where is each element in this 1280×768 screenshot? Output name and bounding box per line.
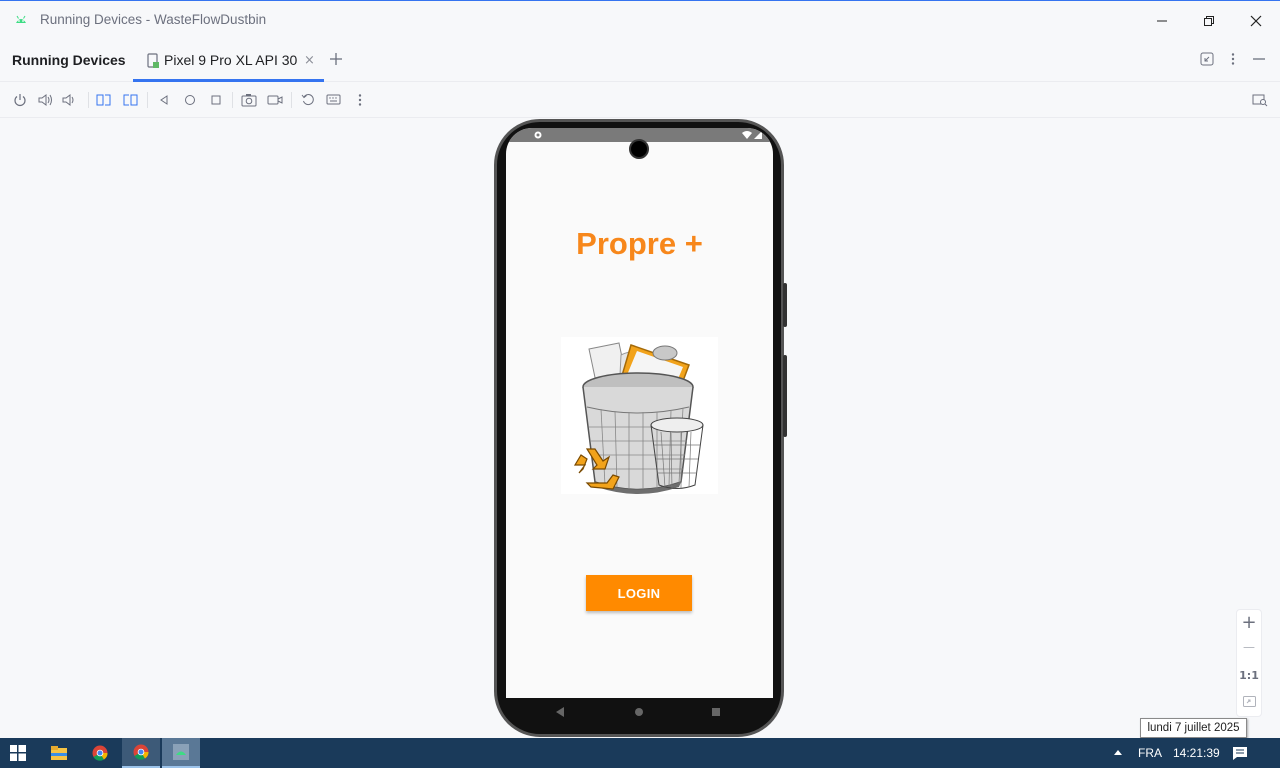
nav-back-icon[interactable] bbox=[555, 706, 565, 718]
zoom-out-button[interactable]: — bbox=[1237, 640, 1261, 654]
keyboard-icon bbox=[326, 94, 341, 105]
home-button[interactable] bbox=[181, 91, 199, 109]
rotate-right-button[interactable] bbox=[121, 91, 139, 109]
language-indicator[interactable]: FRA bbox=[1138, 746, 1162, 760]
taskbar-file-explorer[interactable] bbox=[42, 738, 76, 768]
login-button[interactable]: LOGIN bbox=[586, 575, 692, 611]
reset-button[interactable] bbox=[299, 91, 317, 109]
zoom-in-button[interactable]: + bbox=[1237, 612, 1261, 633]
nav-overview-icon[interactable] bbox=[711, 706, 721, 718]
minimize-icon bbox=[1157, 20, 1167, 22]
app-title: Propre + bbox=[576, 226, 703, 261]
more-icon bbox=[358, 94, 362, 106]
tab-pixel-9-pro-xl[interactable]: Pixel 9 Pro XL API 30 × bbox=[133, 40, 324, 82]
restore-button[interactable] bbox=[1197, 9, 1221, 33]
power-icon bbox=[14, 94, 26, 107]
fit-screen-icon[interactable] bbox=[1243, 696, 1256, 707]
collapse-icon[interactable] bbox=[1200, 52, 1214, 66]
hide-icon[interactable] bbox=[1252, 52, 1266, 66]
rotate-left-icon bbox=[96, 94, 111, 106]
android-studio-icon bbox=[173, 744, 189, 760]
add-tab-icon[interactable] bbox=[328, 51, 344, 67]
minimize-button[interactable] bbox=[1150, 9, 1174, 33]
notification-icon bbox=[534, 131, 542, 139]
android-studio-icon bbox=[16, 15, 26, 23]
more-button[interactable] bbox=[351, 91, 369, 109]
start-button[interactable] bbox=[0, 738, 36, 768]
screen-record-button[interactable] bbox=[266, 91, 284, 109]
volume-side-button bbox=[783, 355, 787, 437]
rotate-right-icon bbox=[123, 94, 138, 106]
chrome-icon bbox=[92, 745, 108, 761]
tool-window-header: Running Devices Pixel 9 Pro XL API 30 × bbox=[0, 40, 1280, 82]
power-side-button bbox=[783, 283, 787, 327]
windows-logo-icon bbox=[10, 745, 26, 761]
overview-button[interactable] bbox=[207, 91, 225, 109]
section-title: Running Devices bbox=[12, 52, 126, 68]
date-tooltip: lundi 7 juillet 2025 bbox=[1140, 718, 1247, 738]
close-window-button[interactable] bbox=[1244, 9, 1268, 33]
home-icon bbox=[185, 95, 195, 105]
overview-icon bbox=[211, 95, 221, 105]
file-explorer-icon bbox=[51, 746, 67, 760]
actual-size-button[interactable]: 1:1 bbox=[1237, 669, 1261, 682]
taskbar-chrome-active[interactable] bbox=[122, 738, 160, 768]
volume-down-button[interactable] bbox=[61, 91, 79, 109]
device-icon bbox=[147, 53, 159, 68]
action-center-icon[interactable] bbox=[1232, 745, 1248, 761]
windows-taskbar: FRA 14:21:39 bbox=[0, 738, 1280, 768]
device-screen[interactable]: Propre + LOGIN bbox=[506, 128, 773, 698]
back-button[interactable] bbox=[155, 91, 173, 109]
front-camera bbox=[629, 139, 649, 159]
signal-icon bbox=[754, 131, 762, 139]
tab-label: Pixel 9 Pro XL API 30 bbox=[164, 52, 298, 68]
window-title: Running Devices - WasteFlowDustbin bbox=[40, 12, 267, 27]
chrome-icon bbox=[133, 744, 149, 760]
taskbar-chrome[interactable] bbox=[83, 738, 117, 768]
power-button[interactable] bbox=[11, 91, 29, 109]
volume-up-icon bbox=[38, 94, 52, 106]
volume-down-icon bbox=[62, 94, 74, 106]
keyboard-button[interactable] bbox=[325, 91, 343, 109]
volume-up-button[interactable] bbox=[37, 91, 55, 109]
recycle-bin-illustration bbox=[561, 337, 718, 494]
back-icon bbox=[160, 95, 168, 105]
device-toolbar bbox=[0, 82, 1280, 118]
clock[interactable]: 14:21:39 bbox=[1173, 746, 1220, 760]
screenshot-button[interactable] bbox=[240, 91, 258, 109]
options-icon[interactable] bbox=[1226, 52, 1240, 66]
nav-home-icon[interactable] bbox=[634, 706, 644, 718]
taskbar-android-studio[interactable] bbox=[162, 738, 200, 768]
tab-close-icon[interactable]: × bbox=[304, 54, 315, 67]
rotate-left-button[interactable] bbox=[95, 91, 113, 109]
restore-icon bbox=[1204, 16, 1214, 26]
show-hidden-icons-icon[interactable] bbox=[1114, 749, 1122, 755]
zoom-controls: + — 1:1 bbox=[1236, 609, 1262, 717]
close-icon bbox=[1250, 15, 1262, 27]
title-bar: Running Devices - WasteFlowDustbin bbox=[0, 0, 1280, 40]
device-explorer-icon bbox=[1252, 94, 1268, 107]
wifi-icon bbox=[742, 131, 752, 139]
screen-record-icon bbox=[267, 95, 283, 105]
screenshot-icon bbox=[241, 94, 257, 107]
reset-icon bbox=[301, 94, 314, 105]
android-nav-bar bbox=[506, 698, 773, 728]
device-explorer-button[interactable] bbox=[1251, 91, 1269, 109]
